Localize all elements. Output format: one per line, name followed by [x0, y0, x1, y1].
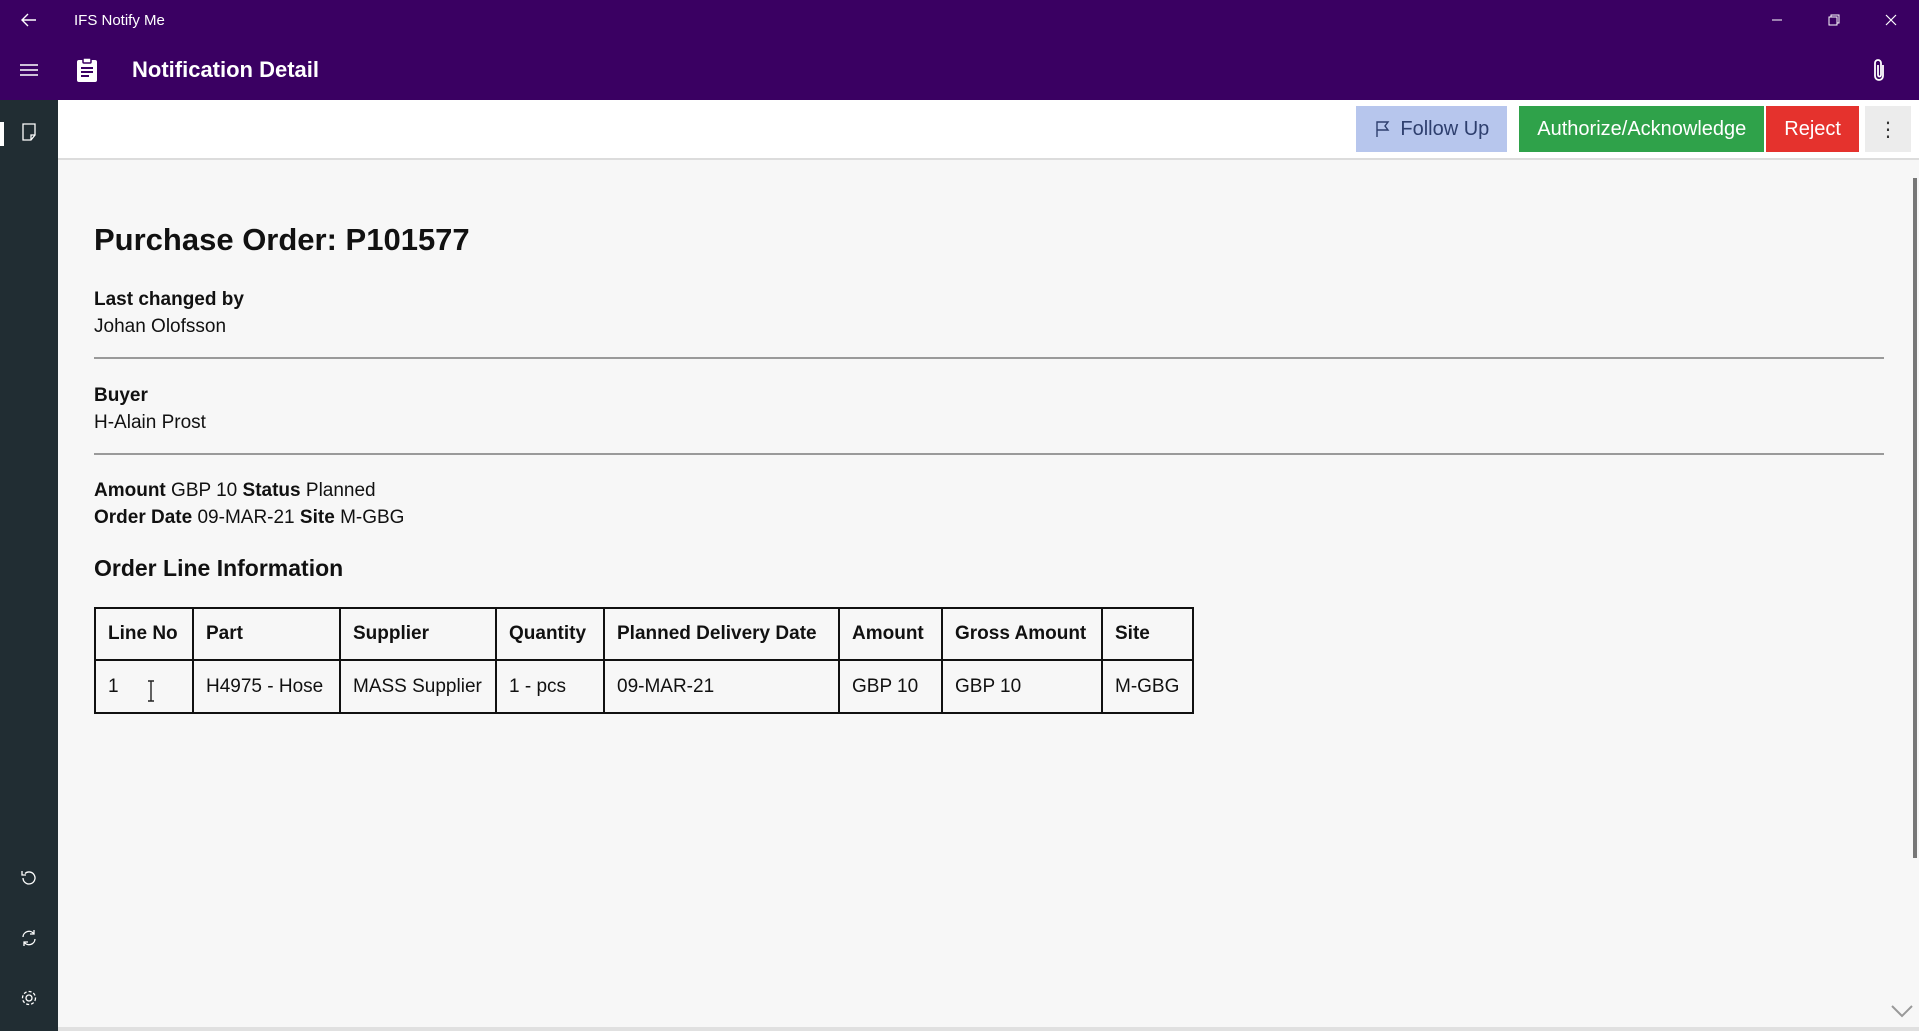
nav-rail — [0, 100, 58, 1031]
status-value: Planned — [305, 480, 376, 501]
nav-item-sync[interactable] — [0, 916, 58, 964]
more-options-button[interactable]: ⋮ — [1865, 106, 1911, 152]
follow-up-label: Follow Up — [1400, 117, 1490, 140]
column-header: Amount — [838, 607, 943, 661]
minimize-icon[interactable] — [1748, 0, 1805, 40]
follow-up-button[interactable]: Follow Up — [1356, 106, 1508, 152]
summary-section: Amount GBP 10 Status Planned Order Date … — [94, 477, 404, 531]
divider — [94, 453, 1884, 455]
authorize-label: Authorize/Acknowledge — [1537, 117, 1747, 140]
app-title: IFS Notify Me — [74, 11, 165, 29]
last-changed-section: Last changed by Johan Olofsson — [94, 286, 244, 340]
table-cell: H4975 - Hose — [192, 659, 341, 714]
notification-content: Purchase Order: P101577 Last changed by … — [94, 162, 1884, 1022]
amount-label: Amount — [94, 480, 166, 501]
order-date-value: 09-MAR-21 — [197, 507, 295, 528]
table-cell: 09-MAR-21 — [603, 659, 840, 714]
sync-icon — [20, 929, 38, 952]
paperclip-icon[interactable] — [1839, 40, 1919, 100]
table-header-row: Line No Part Supplier Quantity Planned D… — [94, 607, 1194, 661]
vertical-scrollbar[interactable] — [1913, 178, 1917, 858]
history-icon — [20, 869, 38, 892]
amount-value: GBP 10 — [171, 480, 238, 501]
nav-item-notifications[interactable] — [0, 110, 58, 158]
bottom-edge — [58, 1027, 1919, 1031]
more-vertical-icon: ⋮ — [1878, 118, 1898, 141]
back-arrow-icon[interactable] — [0, 0, 58, 40]
last-changed-value: Johan Olofsson — [94, 316, 227, 337]
column-header: Supplier — [339, 607, 497, 661]
buyer-value: H-Alain Prost — [94, 412, 206, 433]
site-label: Site — [299, 507, 335, 528]
text-cursor-icon — [146, 680, 156, 707]
column-header: Part — [192, 607, 341, 661]
section-title: Order Line Information — [94, 555, 344, 581]
nav-item-settings[interactable] — [0, 976, 58, 1024]
close-icon[interactable] — [1862, 0, 1919, 40]
divider — [94, 357, 1884, 359]
column-header: Site — [1101, 607, 1194, 661]
buyer-section: Buyer H-Alain Prost — [94, 382, 206, 436]
header-bar: Notification Detail — [0, 40, 1919, 100]
clipboard-icon — [58, 40, 116, 100]
title-bar: IFS Notify Me — [0, 0, 1919, 40]
table-row: 1 H4975 - Hose MASS Supplier 1 - pcs 09-… — [94, 659, 1194, 714]
column-header: Planned Delivery Date — [603, 607, 840, 661]
table-cell: 1 - pcs — [495, 659, 605, 714]
restore-icon[interactable] — [1805, 0, 1862, 40]
document-icon — [21, 122, 37, 146]
last-changed-label: Last changed by — [94, 289, 244, 310]
buyer-label: Buyer — [94, 385, 148, 406]
chevron-down-icon[interactable] — [1888, 998, 1916, 1024]
column-header: Line No — [94, 607, 194, 661]
authorize-acknowledge-button[interactable]: Authorize/Acknowledge — [1519, 106, 1765, 152]
command-bar: Follow Up Authorize/Acknowledge Reject ⋮ — [58, 100, 1919, 160]
window-controls — [1748, 0, 1919, 40]
flag-icon — [1376, 121, 1390, 137]
page-title: Purchase Order: P101577 — [94, 222, 470, 257]
column-header: Quantity — [495, 607, 605, 661]
table-cell: MASS Supplier — [339, 659, 497, 714]
nav-item-history[interactable] — [0, 856, 58, 904]
table-cell: M-GBG — [1101, 659, 1194, 714]
gear-icon — [20, 989, 38, 1012]
site-value: M-GBG — [340, 507, 405, 528]
table-cell: GBP 10 — [838, 659, 943, 714]
table-cell: 1 — [94, 659, 194, 714]
hamburger-icon[interactable] — [0, 40, 58, 100]
status-label: Status — [242, 480, 301, 501]
page-header-title: Notification Detail — [132, 57, 320, 82]
order-lines-table: Line No Part Supplier Quantity Planned D… — [94, 607, 1194, 714]
reject-label: Reject — [1784, 117, 1841, 140]
reject-button[interactable]: Reject — [1766, 106, 1859, 152]
order-date-label: Order Date — [94, 507, 193, 528]
column-header: Gross Amount — [941, 607, 1103, 661]
table-cell: GBP 10 — [941, 659, 1103, 714]
